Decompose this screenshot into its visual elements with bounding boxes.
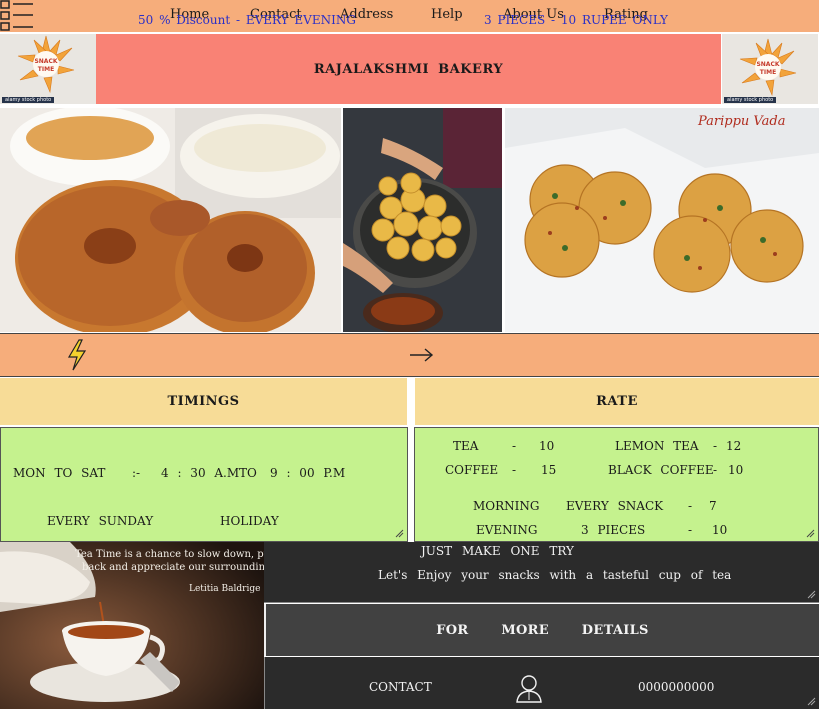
person-icon bbox=[515, 674, 543, 704]
rate-item: TEA bbox=[453, 439, 479, 453]
tea-time-photo: Tea Time is a chance to slow down, pull … bbox=[0, 542, 264, 709]
try-tagline: Let's Enjoy your snacks with a tasteful … bbox=[378, 568, 732, 582]
snack-time-logo-right: SNACK TIME alamy stock photo bbox=[722, 34, 818, 104]
more-details-label: FOR MORE DETAILS bbox=[436, 622, 649, 638]
rate-item: MORNING bbox=[473, 499, 540, 513]
logo-credit: alamy stock photo bbox=[2, 97, 55, 103]
try-heading: JUST MAKE ONE TRY bbox=[421, 544, 574, 558]
rate-item-detail: EVERY SNACK bbox=[566, 499, 664, 513]
rate-price: 10 bbox=[728, 463, 744, 477]
rate-price: 12 bbox=[726, 439, 742, 453]
rate-box[interactable]: TEA - 10 COFFEE - 15 LEMON TEA - 12 BLAC… bbox=[414, 427, 819, 542]
rate-item: LEMON TEA bbox=[615, 439, 699, 453]
try-panel[interactable]: JUST MAKE ONE TRY Let's Enjoy your snack… bbox=[264, 542, 819, 603]
resize-handle-icon[interactable] bbox=[807, 697, 816, 706]
rate-heading: RATE bbox=[415, 378, 819, 425]
svg-text:SNACK: SNACK bbox=[756, 61, 779, 68]
snack-time-logo-left: SNACK TIME alamy stock photo bbox=[0, 34, 96, 104]
timings-days: MON TO SAT bbox=[13, 466, 106, 480]
rate-price: 10 bbox=[712, 523, 728, 537]
rate-dash: - bbox=[713, 463, 718, 477]
menu-icon[interactable] bbox=[0, 0, 36, 32]
rate-dash: - bbox=[512, 439, 517, 453]
rate-price: 7 bbox=[709, 499, 717, 513]
rate-dash: - bbox=[688, 499, 693, 513]
lightning-icon bbox=[66, 339, 88, 371]
rate-item: COFFEE bbox=[445, 463, 499, 477]
timings-to: 9 : 00 P.M bbox=[270, 466, 346, 480]
rate-item: EVENING bbox=[476, 523, 538, 537]
parippu-vada-photo: Parippu Vada bbox=[505, 108, 819, 332]
svg-text:TIME: TIME bbox=[38, 66, 54, 73]
rate-item: BLACK COFFEE bbox=[608, 463, 714, 477]
svg-text:TIME: TIME bbox=[760, 69, 776, 76]
more-details-bar[interactable]: FOR MORE DETAILS bbox=[264, 604, 819, 656]
tea-quote-author: Letitia Baldrige bbox=[189, 584, 261, 594]
title-banner: RAJALAKSHMI BAKERY bbox=[96, 34, 721, 104]
pieces-offer-text: 3 PIECES - 10 RUPEE ONLY bbox=[484, 13, 668, 27]
tea-quote-line1: Tea Time is a chance to slow down, pull bbox=[75, 549, 264, 560]
rate-dash: - bbox=[512, 463, 517, 477]
timings-heading: TIMINGS bbox=[0, 378, 407, 425]
resize-handle-icon[interactable] bbox=[806, 529, 815, 538]
rate-price: 15 bbox=[541, 463, 557, 477]
contact-label: CONTACT bbox=[369, 680, 432, 694]
resize-handle-icon[interactable] bbox=[807, 590, 816, 599]
tea-quote-line2: back and appreciate our surroundings bbox=[82, 562, 264, 573]
contact-phone: 0000000000 bbox=[638, 680, 715, 694]
nav-link-help[interactable]: Help bbox=[431, 7, 463, 22]
timings-to-label: TO bbox=[239, 466, 257, 480]
medu-vada-photo bbox=[0, 108, 341, 332]
resize-handle-icon[interactable] bbox=[395, 529, 404, 538]
timings-holiday: HOLIDAY bbox=[220, 514, 279, 528]
rate-price: 10 bbox=[539, 439, 555, 453]
timings-separator: :- bbox=[132, 466, 141, 480]
rate-item-detail: 3 PIECES bbox=[581, 523, 646, 537]
timings-sunday: EVERY SUNDAY bbox=[47, 514, 154, 528]
arrow-right-icon bbox=[409, 347, 435, 362]
timings-from: 4 : 30 A.M bbox=[161, 466, 240, 480]
page-title: RAJALAKSHMI BAKERY bbox=[313, 61, 504, 77]
bonda-bowl-photo bbox=[343, 108, 502, 332]
rate-dash: - bbox=[688, 523, 693, 537]
timings-box[interactable]: MON TO SAT :- 4 : 30 A.M TO 9 : 00 P.M E… bbox=[0, 427, 408, 542]
contact-panel[interactable]: CONTACT 0000000000 bbox=[264, 657, 819, 709]
svg-text:SNACK: SNACK bbox=[34, 58, 57, 65]
logo-credit-right: alamy stock photo bbox=[724, 97, 777, 103]
rate-dash: - bbox=[713, 439, 718, 453]
photo-caption: Parippu Vada bbox=[698, 114, 786, 129]
discount-text: 50 % Discount - EVERY EVENING bbox=[138, 13, 356, 27]
top-nav-bar bbox=[0, 0, 819, 32]
